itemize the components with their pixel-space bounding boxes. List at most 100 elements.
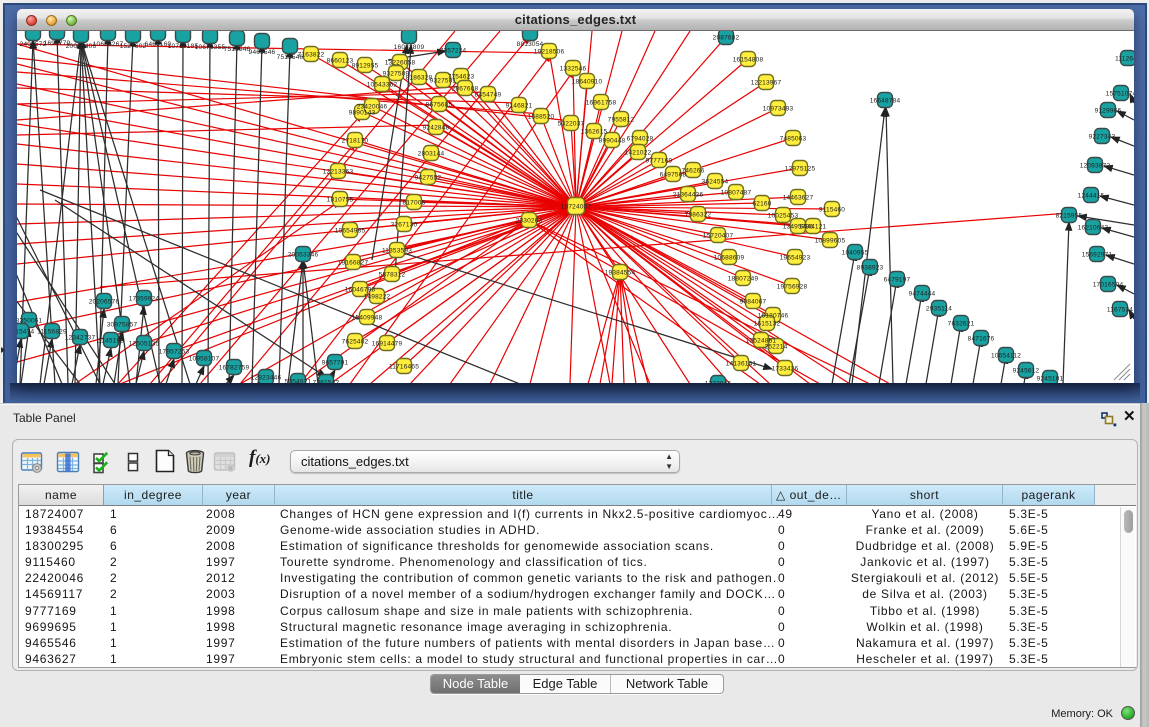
svg-text:2718170: 2718170 xyxy=(342,137,369,144)
svg-text:14136141: 14136141 xyxy=(726,360,757,367)
svg-text:12505135: 12505135 xyxy=(129,340,160,347)
svg-text:6444121: 6444121 xyxy=(800,223,827,230)
svg-text:1112647: 1112647 xyxy=(1115,55,1134,62)
svg-text:9890143: 9890143 xyxy=(349,109,376,116)
svg-text:7485063: 7485063 xyxy=(780,135,807,142)
svg-text:9115460: 9115460 xyxy=(819,206,845,213)
svg-text:1498222: 1498222 xyxy=(364,293,391,300)
svg-text:1615132: 1615132 xyxy=(754,320,781,327)
svg-text:2935114: 2935114 xyxy=(926,305,952,312)
svg-text:62160: 62160 xyxy=(752,200,771,207)
svg-text:1588520: 1588520 xyxy=(528,113,555,120)
svg-text:10807487: 10807487 xyxy=(721,189,752,196)
svg-text:16914479: 16914479 xyxy=(372,340,403,347)
svg-text:19384554: 19384554 xyxy=(605,269,636,276)
svg-text:12213967: 12213967 xyxy=(751,79,782,86)
svg-text:7357224: 7357224 xyxy=(440,47,467,54)
svg-text:12342737: 12342737 xyxy=(65,334,96,341)
svg-text:12213363: 12213363 xyxy=(323,168,354,175)
svg-text:8454749: 8454749 xyxy=(475,91,502,98)
svg-text:8186328: 8186328 xyxy=(406,74,433,81)
svg-text:6479197: 6479197 xyxy=(884,276,911,283)
svg-text:9777169: 9777169 xyxy=(646,157,673,164)
svg-text:9129966: 9129966 xyxy=(1095,107,1122,114)
svg-text:1527602: 1527602 xyxy=(120,43,147,50)
svg-text:9657791: 9657791 xyxy=(322,359,349,366)
svg-text:1421022: 1421022 xyxy=(625,149,652,156)
svg-text:7955812: 7955812 xyxy=(608,116,635,123)
svg-text:7361542: 7361542 xyxy=(313,379,340,383)
svg-text:7625402: 7625402 xyxy=(342,338,369,345)
svg-text:8660123: 8660123 xyxy=(327,57,354,64)
svg-text:10671355: 10671355 xyxy=(195,44,226,51)
svg-text:746266: 746266 xyxy=(682,167,705,174)
svg-text:16648784: 16648784 xyxy=(870,97,901,104)
svg-text:7754623: 7754623 xyxy=(448,73,475,80)
svg-text:8912955: 8912955 xyxy=(352,62,379,69)
svg-text:1332546: 1332546 xyxy=(560,65,587,72)
svg-text:6794028: 6794028 xyxy=(627,135,654,142)
svg-text:10654112: 10654112 xyxy=(991,352,1021,359)
svg-text:15692971: 15692971 xyxy=(1082,251,1113,258)
svg-text:19654985: 19654985 xyxy=(335,227,366,234)
svg-text:13226058: 13226058 xyxy=(385,59,416,66)
svg-text:14463627: 14463627 xyxy=(783,194,814,201)
svg-text:10543362: 10543362 xyxy=(367,81,398,88)
svg-text:1167534: 1167534 xyxy=(1107,306,1133,313)
svg-text:12923446: 12923446 xyxy=(251,374,282,381)
svg-text:23420046: 23420046 xyxy=(357,103,388,110)
svg-text:1145193: 1145193 xyxy=(98,337,124,344)
svg-text:9245101: 9245101 xyxy=(1037,375,1064,382)
svg-text:8990448: 8990448 xyxy=(599,137,626,144)
svg-text:2087682: 2087682 xyxy=(713,34,740,41)
svg-text:9146821: 9146821 xyxy=(506,102,533,109)
svg-text:8813054: 8813054 xyxy=(517,41,544,48)
svg-text:1362615: 1362615 xyxy=(581,128,608,135)
svg-text:11716465: 11716465 xyxy=(389,363,419,370)
svg-text:5878312: 5878312 xyxy=(379,271,406,278)
svg-text:9245612: 9245612 xyxy=(1013,367,1040,374)
svg-text:16961758: 16961758 xyxy=(586,99,617,106)
svg-text:10688609: 10688609 xyxy=(714,254,745,261)
svg-text:21364436: 21364436 xyxy=(673,191,704,198)
svg-text:9242848: 9242848 xyxy=(423,124,450,131)
svg-text:12975125: 12975125 xyxy=(785,165,816,172)
svg-text:15751074: 15751074 xyxy=(1106,90,1134,97)
svg-text:10958107: 10958107 xyxy=(189,355,220,362)
svg-text:1273946: 1273946 xyxy=(705,380,732,383)
svg-text:7632621: 7632621 xyxy=(948,320,975,327)
svg-text:16033809: 16033809 xyxy=(394,44,425,51)
svg-text:17957253: 17957253 xyxy=(159,348,190,355)
svg-text:8471676: 8471676 xyxy=(968,335,995,342)
svg-text:19756928: 19756928 xyxy=(777,283,808,290)
svg-text:3267130: 3267130 xyxy=(391,221,418,228)
svg-text:18807249: 18807249 xyxy=(728,275,759,282)
svg-text:20053346: 20053346 xyxy=(288,251,319,258)
svg-text:252214: 252214 xyxy=(765,343,788,350)
svg-text:2803144: 2803144 xyxy=(418,150,445,157)
svg-text:19654923: 19654923 xyxy=(780,254,811,261)
svg-text:16120746: 16120746 xyxy=(758,312,789,319)
svg-text:8938923: 8938923 xyxy=(857,264,884,271)
svg-text:10973493: 10973493 xyxy=(763,105,794,112)
svg-text:15720407: 15720407 xyxy=(703,232,734,239)
svg-text:8215955: 8215955 xyxy=(1056,212,1083,219)
svg-text:2330203: 2330203 xyxy=(516,217,543,224)
svg-text:15409948: 15409948 xyxy=(352,314,383,321)
svg-text:11156829: 11156829 xyxy=(37,328,67,335)
svg-text:20206576: 20206576 xyxy=(89,298,120,305)
svg-text:817006: 817006 xyxy=(403,199,426,206)
svg-text:1040955: 1040955 xyxy=(842,249,869,256)
svg-text:9474444: 9474444 xyxy=(909,290,936,297)
svg-text:16046798: 16046798 xyxy=(345,286,376,293)
svg-text:19218506: 19218506 xyxy=(534,48,565,55)
svg-text:3915474: 3915474 xyxy=(17,328,35,335)
svg-text:9227343: 9227343 xyxy=(1089,133,1116,140)
svg-text:7986322: 7986322 xyxy=(685,211,712,218)
svg-text:8350061: 8350061 xyxy=(17,317,43,324)
svg-text:17016504: 17016504 xyxy=(1093,281,1124,288)
svg-text:3624554: 3624554 xyxy=(702,178,729,185)
svg-text:12093872: 12093872 xyxy=(1080,162,1111,169)
svg-text:18640910: 18640910 xyxy=(572,78,603,85)
svg-text:11353593: 11353593 xyxy=(382,247,412,254)
